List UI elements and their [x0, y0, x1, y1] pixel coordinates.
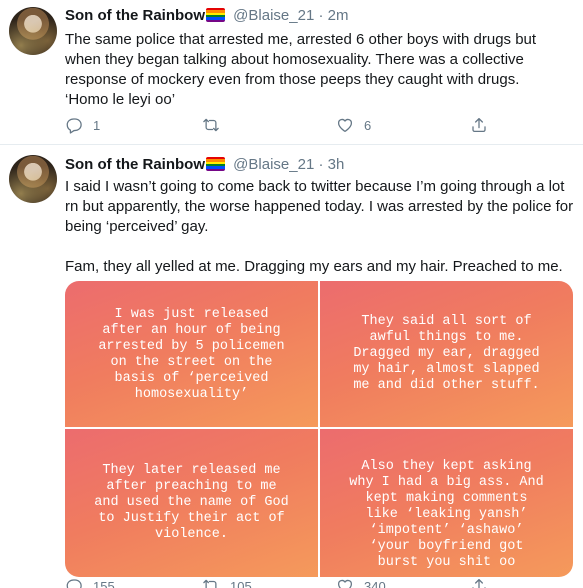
reply-icon — [66, 579, 82, 588]
share-button[interactable] — [470, 576, 488, 588]
media-grid: I was just released after an hour of bei… — [65, 281, 573, 577]
tweet-text: The same police that arrested me, arrest… — [65, 30, 575, 110]
separator-dot: · — [318, 7, 324, 24]
tweet-header: Son of the Rainbow @Blaise_21 · 2m — [65, 6, 348, 26]
timestamp[interactable]: 2m — [328, 7, 349, 24]
reply-button[interactable]: 155 — [65, 576, 115, 588]
share-icon — [472, 578, 486, 588]
avatar[interactable] — [9, 155, 57, 203]
retweet-count: 105 — [230, 578, 252, 588]
retweet-icon — [203, 118, 219, 132]
avatar[interactable] — [9, 7, 57, 55]
tweet-actions: 155 105 340 — [65, 576, 505, 588]
tweet-text: I said I wasn’t going to come back to tw… — [65, 177, 575, 277]
tweet-actions: 1 6 — [65, 115, 505, 135]
tweet-paragraph: Fam, they all yelled at me. Dragging my … — [65, 258, 563, 275]
like-count: 6 — [364, 117, 372, 133]
tweet[interactable]: Son of the Rainbow @Blaise_21 · 2m The s… — [0, 0, 583, 145]
media-image[interactable]: Also they kept asking why I had a big as… — [320, 429, 573, 577]
reply-count: 1 — [93, 117, 101, 133]
retweet-icon — [203, 579, 217, 588]
like-button[interactable]: 6 — [336, 115, 371, 135]
like-icon — [337, 118, 353, 133]
image-text: They said all sort of awful things to me… — [353, 314, 540, 393]
tweet-header: Son of the Rainbow @Blaise_21 · 3h — [65, 155, 344, 175]
share-button[interactable] — [470, 115, 488, 135]
reply-icon — [66, 118, 82, 134]
reply-count: 155 — [93, 578, 115, 588]
share-icon — [472, 117, 486, 133]
separator-dot: · — [318, 156, 324, 173]
retweet-button[interactable]: 105 — [202, 576, 252, 588]
rainbow-flag-icon — [206, 8, 225, 22]
media-image[interactable]: They said all sort of awful things to me… — [320, 281, 573, 427]
tweet[interactable]: Son of the Rainbow @Blaise_21 · 3h I sai… — [0, 145, 583, 588]
media-image[interactable]: I was just released after an hour of bei… — [65, 281, 318, 427]
media-image[interactable]: They later released me after preaching t… — [65, 429, 318, 577]
image-text: They later released me after preaching t… — [94, 463, 289, 542]
tweet-paragraph: The same police that arrested me, arrest… — [65, 31, 537, 108]
like-icon — [337, 579, 353, 588]
timestamp[interactable]: 3h — [328, 156, 345, 173]
image-text: I was just released after an hour of bei… — [98, 307, 285, 402]
reply-button[interactable]: 1 — [65, 115, 100, 135]
user-handle[interactable]: @Blaise_21 — [233, 7, 314, 24]
display-name[interactable]: Son of the Rainbow — [65, 7, 205, 24]
tweet-paragraph: I said I wasn’t going to come back to tw… — [65, 178, 574, 235]
user-handle[interactable]: @Blaise_21 — [233, 156, 314, 173]
rainbow-flag-icon — [206, 157, 225, 171]
like-count: 340 — [364, 578, 386, 588]
display-name[interactable]: Son of the Rainbow — [65, 156, 205, 173]
image-text: Also they kept asking why I had a big as… — [349, 459, 544, 570]
retweet-button[interactable] — [202, 115, 230, 135]
like-button[interactable]: 340 — [336, 576, 386, 588]
